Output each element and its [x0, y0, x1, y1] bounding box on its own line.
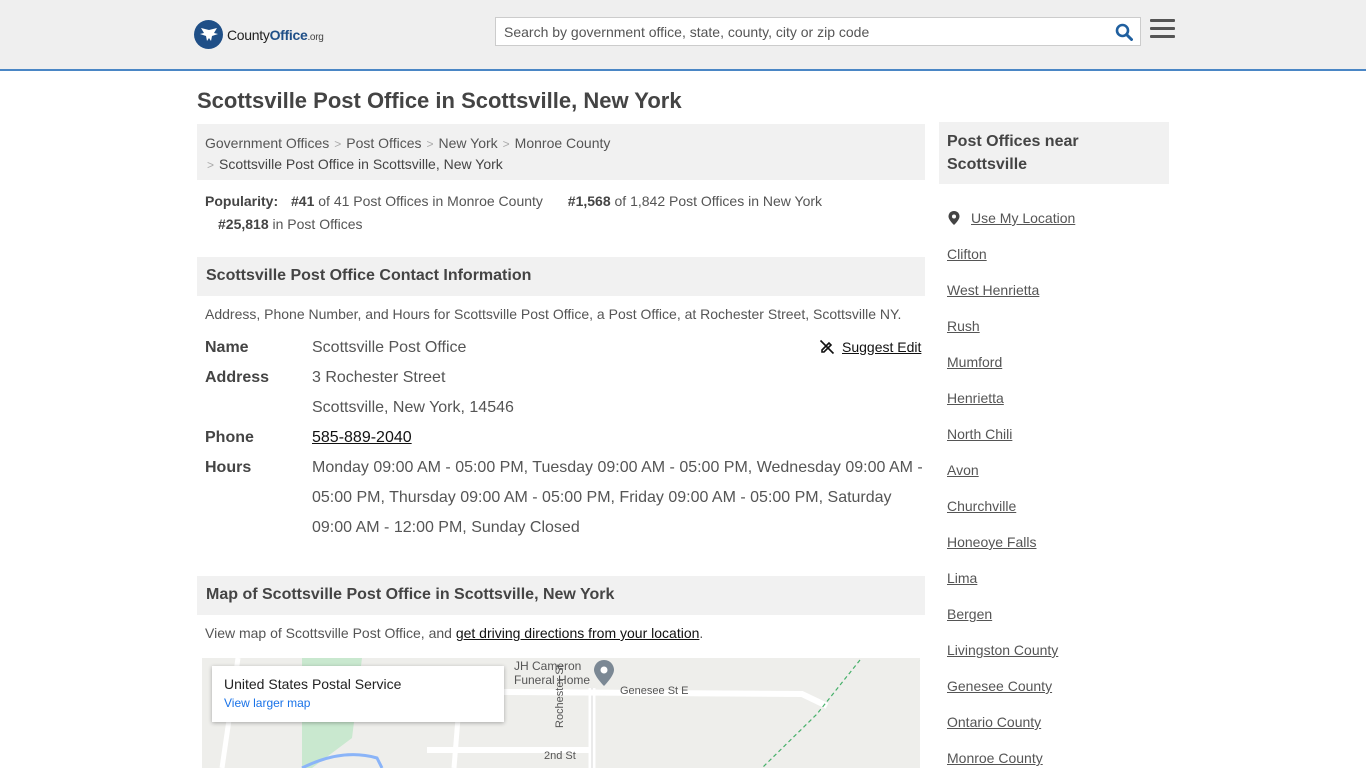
breadcrumb-current: Scottsville Post Office in Scottsville, …	[219, 156, 503, 172]
search-icon	[1115, 23, 1133, 41]
logo-text: CountyOffice.org	[227, 26, 324, 43]
map-desc-suffix: .	[699, 625, 704, 641]
breadcrumb-monroe-county[interactable]: Monroe County	[515, 135, 611, 151]
sidebar-heading: Post Offices near Scottsville	[939, 122, 1169, 184]
edit-off-icon	[819, 339, 835, 355]
breadcrumb-separator: >	[207, 158, 215, 172]
search-button[interactable]	[1108, 18, 1140, 45]
nearby-office-link[interactable]: Mumford	[947, 344, 1075, 380]
nearby-office-link[interactable]: Honeoye Falls	[947, 524, 1075, 560]
popularity-stats: Popularity: #41 of 41 Post Offices in Mo…	[205, 190, 925, 236]
driving-directions-link[interactable]: get driving directions from your locatio…	[456, 625, 700, 641]
search-input[interactable]	[496, 18, 1108, 45]
nearby-office-link[interactable]: Avon	[947, 452, 1075, 488]
nearby-office-link[interactable]: West Henrietta	[947, 272, 1075, 308]
map-pin-icon	[594, 660, 614, 686]
map-desc-prefix: View map of Scottsville Post Office, and	[205, 625, 456, 641]
breadcrumb-post-offices[interactable]: Post Offices	[346, 135, 421, 151]
national-rank-text: in Post Offices	[272, 216, 363, 232]
sidebar-heading-line2: Scottsville	[947, 156, 1028, 173]
phone-link[interactable]: 585-889-2040	[312, 423, 412, 453]
state-rank: #1,568	[567, 193, 611, 209]
county-rank-text: of 41 Post Offices in Monroe County	[318, 193, 543, 209]
map-card-title: United States Postal Service	[224, 676, 402, 692]
hours-value: Monday 09:00 AM - 05:00 PM, Tuesday 09:0…	[312, 459, 923, 536]
use-my-location-label: Use My Location	[971, 210, 1076, 226]
view-larger-map-link[interactable]: View larger map	[224, 696, 492, 710]
embedded-map[interactable]: JH Cameron Funeral Home Genesee St E 2nd …	[202, 658, 920, 768]
contact-heading: Scottsville Post Office Contact Informat…	[197, 257, 925, 296]
use-my-location-link[interactable]: Use My Location	[947, 200, 1075, 236]
nearby-office-link[interactable]: Rush	[947, 308, 1075, 344]
nearby-county-link[interactable]: Ontario County	[947, 704, 1075, 740]
breadcrumb-separator: >	[426, 137, 434, 151]
suggest-edit-link[interactable]: Suggest Edit	[819, 339, 921, 355]
address-line2: Scottsville, New York, 14546	[312, 399, 514, 416]
popularity-label: Popularity:	[205, 193, 279, 209]
map-description: View map of Scottsville Post Office, and…	[205, 625, 703, 641]
nearby-office-link[interactable]: Clifton	[947, 236, 1075, 272]
national-rank: #25,818	[218, 216, 269, 232]
location-pin-icon	[948, 211, 960, 225]
map-heading: Map of Scottsville Post Office in Scotts…	[197, 576, 925, 615]
nearby-county-link[interactable]: Monroe County	[947, 740, 1075, 768]
address-label: Address	[205, 369, 270, 386]
name-value: Scottsville Post Office	[312, 339, 467, 356]
breadcrumb: Government Offices > Post Offices > New York…	[197, 124, 925, 180]
map-label-genesee-st: Genesee St E	[620, 685, 689, 697]
nearby-offices-list: Use My Location Clifton West Henrietta R…	[947, 200, 1075, 768]
nearby-office-link[interactable]: Churchville	[947, 488, 1075, 524]
name-label: Name	[205, 339, 249, 356]
address-line1: 3 Rochester Street	[312, 369, 446, 386]
breadcrumb-government-offices[interactable]: Government Offices	[205, 135, 329, 151]
nearby-county-link[interactable]: Livingston County	[947, 632, 1075, 668]
breadcrumb-separator: >	[334, 137, 342, 151]
nearby-office-link[interactable]: Bergen	[947, 596, 1075, 632]
search-bar	[495, 17, 1141, 46]
hours-label: Hours	[205, 459, 252, 476]
map-label-funeral-home: JH Cameron Funeral Home	[514, 659, 591, 687]
map-info-card: United States Postal Service View larger…	[212, 666, 504, 722]
breadcrumb-new-york[interactable]: New York	[439, 135, 498, 151]
phone-label: Phone	[205, 429, 254, 446]
sidebar-heading-line1: Post Offices near	[947, 133, 1079, 150]
map-label-rochester-st: Rochester St	[554, 664, 566, 728]
breadcrumb-separator: >	[502, 137, 510, 151]
county-rank: #41	[291, 193, 315, 209]
site-header: CountyOffice.org	[0, 0, 1366, 71]
hamburger-menu-icon[interactable]	[1150, 19, 1175, 43]
suggest-edit-label: Suggest Edit	[842, 339, 922, 355]
nearby-county-link[interactable]: Genesee County	[947, 668, 1075, 704]
nearby-office-link[interactable]: Lima	[947, 560, 1075, 596]
nearby-office-link[interactable]: North Chili	[947, 416, 1075, 452]
contact-description: Address, Phone Number, and Hours for Sco…	[205, 306, 902, 322]
eagle-icon	[194, 20, 223, 49]
page-title: Scottsville Post Office in Scottsville, …	[197, 88, 682, 113]
state-rank-text: of 1,842 Post Offices in New York	[614, 193, 823, 209]
site-logo[interactable]: CountyOffice.org	[194, 20, 324, 49]
map-label-2nd-st: 2nd St	[544, 750, 576, 762]
nearby-office-link[interactable]: Henrietta	[947, 380, 1075, 416]
